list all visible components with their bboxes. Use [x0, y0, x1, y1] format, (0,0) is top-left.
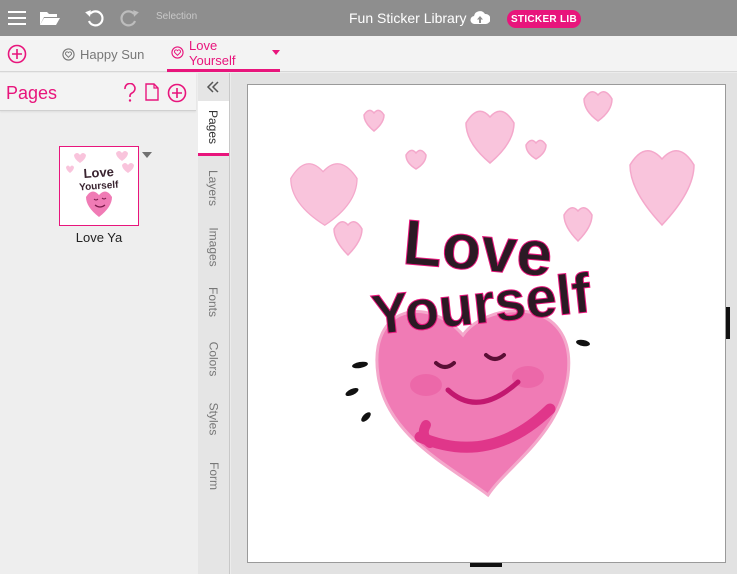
side-tab-images[interactable]: Images — [198, 219, 229, 274]
document-tab-bar: Happy Sun Love Yourself — [0, 36, 737, 72]
thumbnail-preview: Love Yourself — [66, 151, 134, 217]
chevron-down-icon[interactable] — [142, 152, 152, 158]
collapse-panel-icon[interactable] — [205, 79, 223, 97]
selection-label: Selection — [156, 11, 198, 22]
tab-love-yourself[interactable]: Love Yourself — [167, 36, 280, 72]
side-tab-label: Pages — [206, 109, 221, 145]
tab-happy-sun[interactable]: Happy Sun — [62, 36, 144, 72]
sticker-artwork[interactable]: Love Yourself — [248, 85, 725, 562]
artwork-text: Love Yourself — [368, 205, 595, 347]
panel-title: Pages — [6, 83, 58, 103]
side-tab-layers[interactable]: Layers — [198, 160, 229, 215]
svg-text:Love: Love — [83, 164, 114, 181]
folder-open-icon[interactable] — [38, 6, 62, 30]
artboard[interactable]: Love Yourself — [247, 84, 726, 563]
resize-handle-right[interactable] — [726, 307, 730, 339]
side-tab-styles[interactable]: Styles — [198, 391, 229, 446]
side-tab-label: Form — [206, 462, 221, 490]
cloud-upload-icon[interactable] — [470, 9, 491, 27]
redo-icon[interactable] — [117, 6, 141, 30]
canvas-workspace: Love Yourself — [231, 73, 737, 574]
side-tab-label: Styles — [206, 402, 221, 435]
add-tab-button[interactable] — [7, 44, 27, 64]
tab-label: Happy Sun — [80, 46, 145, 62]
page-label: Love Ya — [75, 230, 123, 245]
undo-icon[interactable] — [83, 6, 107, 30]
resize-handle-bottom[interactable] — [470, 563, 502, 567]
side-tab-fonts[interactable]: Fonts — [198, 276, 229, 328]
tab-label: Love Yourself — [188, 37, 236, 68]
side-tab-colors[interactable]: Colors — [198, 331, 229, 386]
side-tab-strip: Pages Layers Images Fonts Colors Styles … — [198, 73, 230, 574]
menu-icon[interactable] — [5, 6, 29, 30]
side-tab-label: Fonts — [206, 286, 221, 318]
help-icon[interactable] — [123, 82, 137, 103]
top-toolbar: Selection Fun Sticker Library STICKER LI… — [0, 0, 737, 36]
svg-text:Yourself: Yourself — [79, 180, 120, 194]
side-tab-label: Layers — [206, 169, 221, 206]
side-tab-label: Images — [206, 226, 221, 267]
side-tab-pages[interactable]: Pages — [198, 101, 229, 156]
add-page-button[interactable] — [167, 83, 187, 103]
page-thumbnail[interactable]: Love Yourself — [59, 146, 139, 226]
pages-panel: Pages Love Yourself Love Ya — [0, 73, 198, 574]
panel-header: Pages — [0, 73, 196, 111]
app-title: Fun Sticker Library — [349, 10, 467, 26]
side-tab-form[interactable]: Form — [198, 451, 229, 501]
sticker-icon — [62, 47, 75, 61]
library-badge[interactable]: STICKER LIB — [507, 10, 581, 28]
side-tab-label: Colors — [206, 341, 221, 376]
sticker-icon — [171, 46, 184, 59]
chevron-down-icon[interactable] — [272, 50, 280, 55]
new-page-icon[interactable] — [145, 83, 159, 103]
